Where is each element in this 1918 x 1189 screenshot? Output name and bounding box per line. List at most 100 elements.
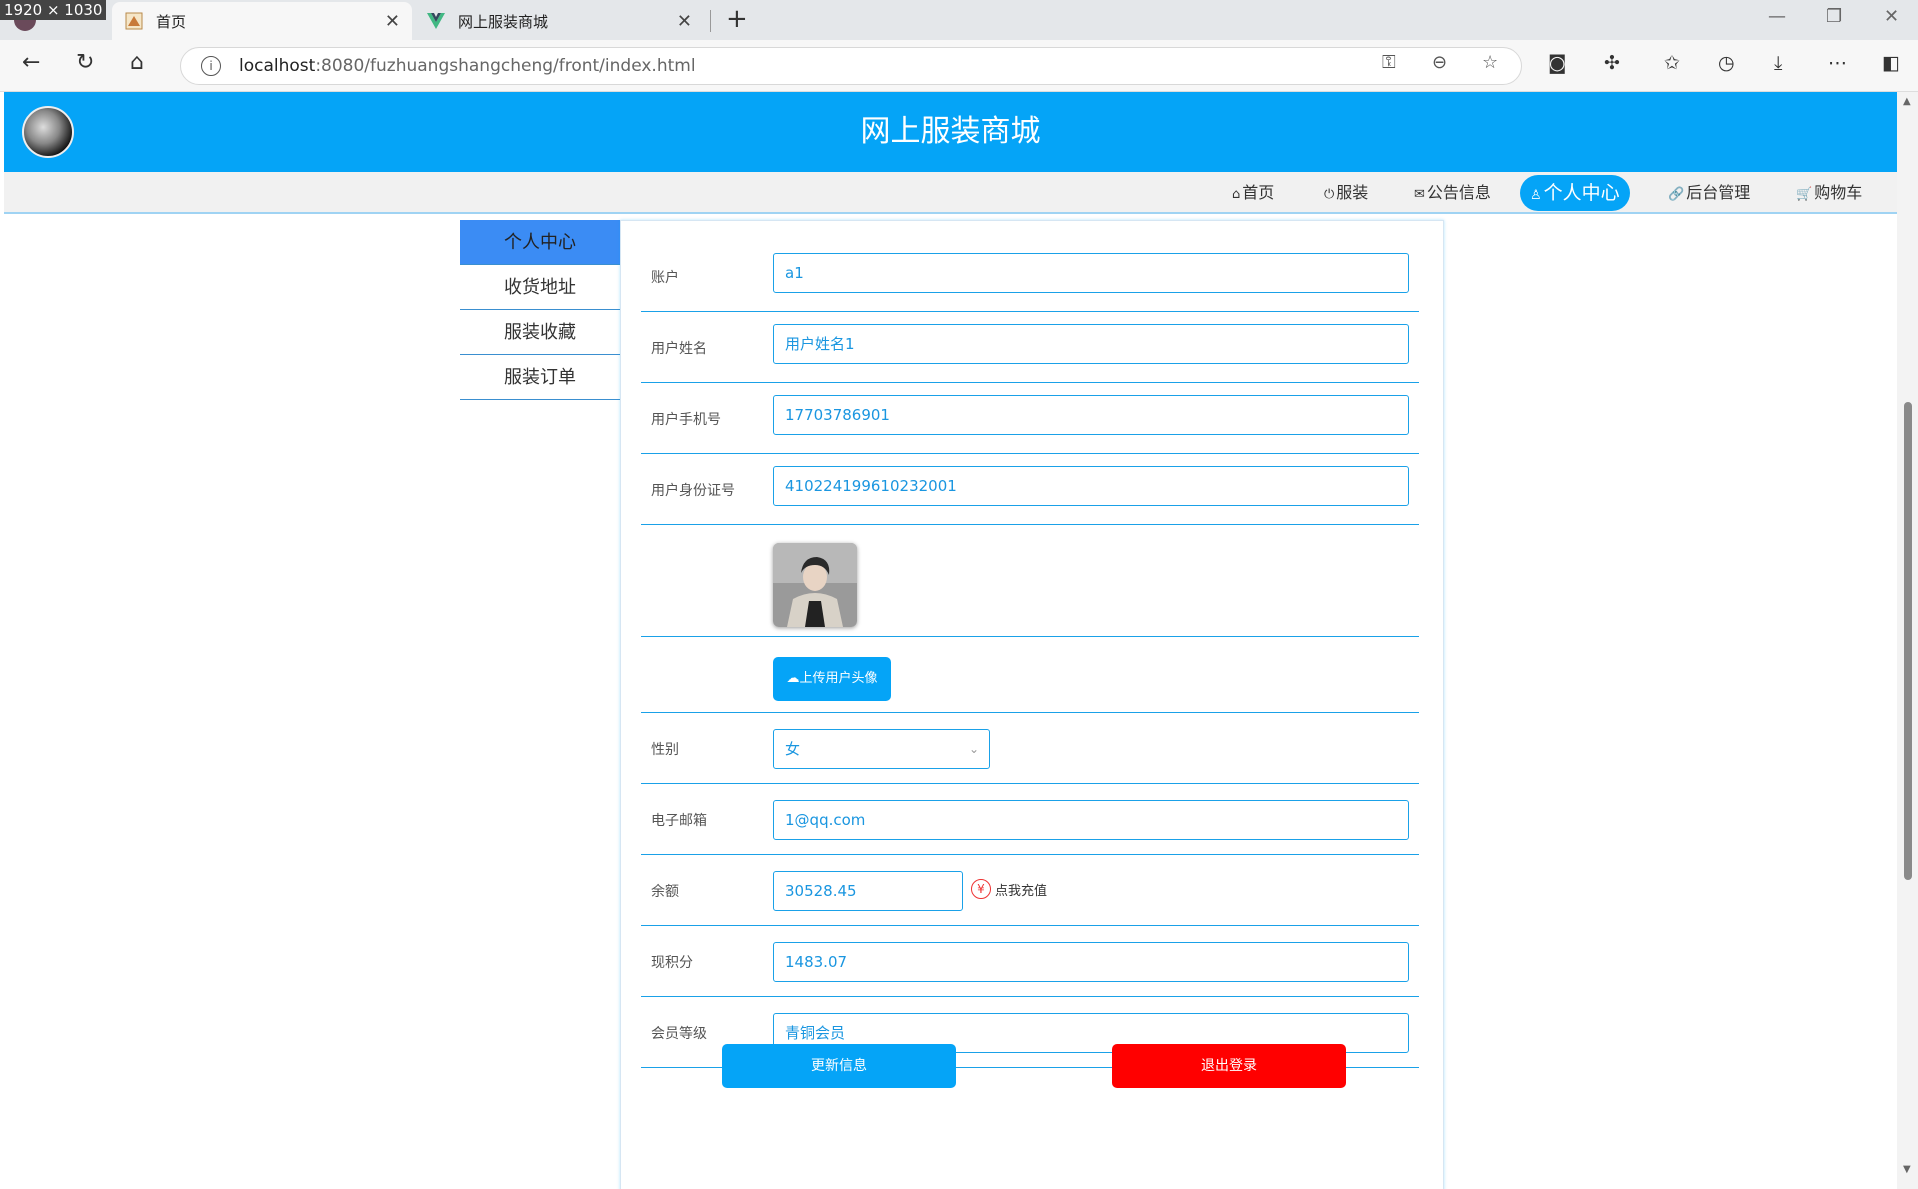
points-row: 现积分 1483.07 <box>641 926 1419 997</box>
site-title: 网上服装商城 <box>860 114 1041 149</box>
download-icon[interactable]: ⤓ <box>1774 52 1782 74</box>
name-input[interactable]: 用户姓名1 <box>773 324 1409 364</box>
refresh-icon[interactable]: ↻ <box>76 50 94 75</box>
resolution-badge: 1920 × 1030 <box>0 0 107 20</box>
history-icon[interactable]: ◷ <box>1718 52 1735 74</box>
idcard-input[interactable]: 410224199610232001 <box>773 466 1409 506</box>
update-info-button[interactable]: 更新信息 <box>722 1044 956 1088</box>
level-label: 会员等级 <box>651 1026 707 1042</box>
browser-address-bar: ← ↻ ⌂ i localhost:8080/fuzhuangshangchen… <box>0 40 1918 92</box>
nav-label: 首页 <box>1242 183 1275 202</box>
recharge-label: 点我充值 <box>995 883 1048 899</box>
scrollbar-thumb[interactable] <box>1904 402 1912 880</box>
sidebar-item-address[interactable]: 收货地址 <box>460 265 620 310</box>
account-label: 账户 <box>651 270 679 286</box>
nav-label: 后台管理 <box>1686 183 1751 202</box>
idcard-label: 用户身份证号 <box>651 483 735 499</box>
home-icon[interactable]: ⌂ <box>130 50 144 75</box>
cloud-upload-icon: ☁ <box>786 671 800 686</box>
home-icon: ⌂ <box>1232 187 1241 202</box>
email-input[interactable]: 1@qq.com <box>773 800 1409 840</box>
phone-label: 用户手机号 <box>651 412 721 428</box>
nav-admin[interactable]: 🔗 后台管理 <box>1658 178 1760 208</box>
account-input[interactable]: a1 <box>773 253 1409 293</box>
tab-home[interactable]: 首页 ✕ <box>112 2 412 40</box>
logout-button[interactable]: 退出登录 <box>1112 1044 1346 1088</box>
key-icon[interactable]: ⚿ <box>1382 52 1396 73</box>
sidebar-item-favorites[interactable]: 服装收藏 <box>460 310 620 355</box>
favorites-icon[interactable]: ✩ <box>1664 52 1680 74</box>
avatar-row <box>641 525 1419 637</box>
upload-label: 上传用户头像 <box>799 671 878 686</box>
zoom-icon[interactable]: ⊖ <box>1432 52 1447 73</box>
scroll-down-icon[interactable]: ▼ <box>1903 1164 1911 1175</box>
nav-notices[interactable]: ✉ 公告信息 <box>1404 178 1501 208</box>
recharge-link[interactable]: ¥ 点我充值 <box>971 879 1047 899</box>
nav-personal-center[interactable]: ♙ 个人中心 <box>1520 175 1630 211</box>
restore-icon[interactable]: ❐ <box>1826 6 1842 27</box>
balance-input[interactable]: 30528.45 <box>773 871 963 911</box>
name-label: 用户姓名 <box>651 341 707 357</box>
user-avatar <box>773 543 857 627</box>
email-label: 电子邮箱 <box>651 813 707 829</box>
upload-avatar-button[interactable]: ☁上传用户头像 <box>773 657 891 701</box>
tab-title: 首页 <box>156 12 187 31</box>
user-icon: ♙ <box>1530 188 1542 203</box>
back-icon[interactable]: ← <box>22 50 40 75</box>
url-path: :8080/fuzhuangshangcheng/front/index.htm… <box>315 56 696 76</box>
power-icon: ⏻ <box>1324 187 1335 202</box>
scroll-up-icon[interactable]: ▲ <box>1903 96 1911 107</box>
chevron-down-icon: ⌄ <box>968 742 979 756</box>
nav-home[interactable]: ⌂ 首页 <box>1222 178 1284 208</box>
gender-row: 性别 女 ⌄ <box>641 713 1419 784</box>
gender-value: 女 <box>785 740 801 758</box>
mail-icon: ✉ <box>1414 187 1425 202</box>
extension-app-icon[interactable]: ◙ <box>1548 52 1566 74</box>
phone-input[interactable]: 17703786901 <box>773 395 1409 435</box>
nav-label: 公告信息 <box>1426 183 1491 202</box>
phone-row: 用户手机号 17703786901 <box>641 383 1419 454</box>
close-tab-icon[interactable]: ✕ <box>677 11 692 32</box>
points-label: 现积分 <box>651 955 693 971</box>
sidebar: 个人中心 收货地址 服装收藏 服装订单 <box>460 220 620 400</box>
link-icon: 🔗 <box>1668 187 1685 202</box>
sidebar-item-orders[interactable]: 服装订单 <box>460 355 620 400</box>
more-icon[interactable]: ⋯ <box>1828 52 1847 74</box>
gender-select[interactable]: 女 ⌄ <box>773 729 990 769</box>
new-tab-icon[interactable]: + <box>726 4 748 34</box>
name-row: 用户姓名 用户姓名1 <box>641 312 1419 383</box>
email-row: 电子邮箱 1@qq.com <box>641 784 1419 855</box>
site-info-icon[interactable]: i <box>201 56 221 76</box>
nav-cart[interactable]: 🛒 购物车 <box>1786 178 1872 208</box>
upload-row: ☁上传用户头像 <box>641 637 1419 713</box>
cart-icon: 🛒 <box>1796 187 1813 202</box>
tab-shop[interactable]: 网上服装商城 ✕ <box>414 2 704 40</box>
main-nav: ⌂ 首页 ⏻ 服装 ✉ 公告信息 ♙ 个人中心 🔗 后台管理 🛒 购物车 <box>4 172 1897 214</box>
site-header: 网上服装商城 <box>4 92 1897 172</box>
nav-label: 个人中心 <box>1543 182 1620 204</box>
points-input[interactable]: 1483.07 <box>773 942 1409 982</box>
tab-title: 网上服装商城 <box>458 12 549 31</box>
favorite-star-icon[interactable]: ☆ <box>1482 52 1498 73</box>
gender-label: 性别 <box>651 742 679 758</box>
minimize-icon[interactable]: — <box>1768 6 1786 27</box>
nav-label: 购物车 <box>1814 183 1863 202</box>
vue-logo-icon <box>426 11 446 31</box>
page-favicon-icon <box>124 11 144 31</box>
close-tab-icon[interactable]: ✕ <box>385 11 400 32</box>
nav-label: 服装 <box>1336 183 1369 202</box>
close-window-icon[interactable]: ✕ <box>1884 6 1899 27</box>
yuan-icon: ¥ <box>971 879 991 899</box>
idcard-row: 用户身份证号 410224199610232001 <box>641 454 1419 525</box>
url-host: localhost <box>239 56 316 76</box>
sidebar-toggle-icon[interactable]: ◧ <box>1882 52 1900 74</box>
tab-separator <box>710 10 711 32</box>
account-row: 账户 a1 <box>641 241 1419 312</box>
extensions-icon[interactable]: ✣ <box>1604 52 1620 74</box>
page: 网上服装商城 ⌂ 首页 ⏻ 服装 ✉ 公告信息 ♙ 个人中心 🔗 后台管理 🛒 购物车 个人… <box>4 92 1897 1189</box>
url-field[interactable]: i localhost:8080/fuzhuangshangcheng/fron… <box>180 47 1522 85</box>
page-scrollbar[interactable]: ▲ ▼ <box>1897 92 1918 1189</box>
browser-tab-bar: 1920 × 1030 首页 ✕ 网上服装商城 ✕ + — ❐ ✕ <box>0 0 1918 40</box>
nav-clothing[interactable]: ⏻ 服装 <box>1314 178 1378 208</box>
sidebar-item-personal-center[interactable]: 个人中心 <box>460 220 620 265</box>
